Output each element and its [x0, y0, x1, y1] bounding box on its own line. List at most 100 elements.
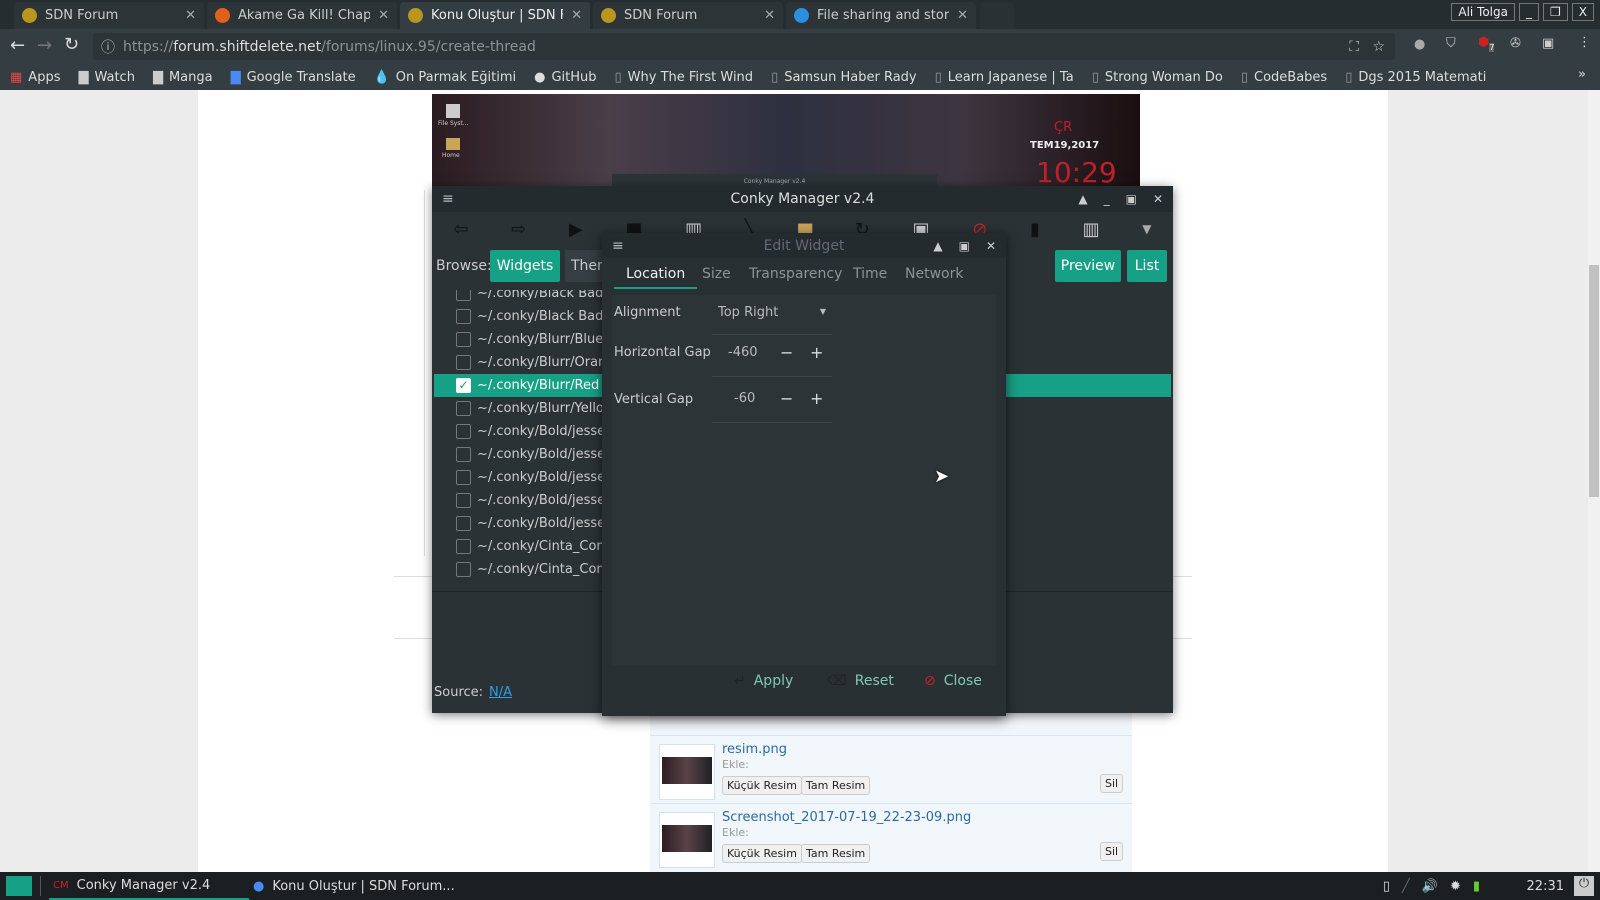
info-icon[interactable]: ⓘ	[101, 37, 115, 57]
close-tab-icon[interactable]: ✕	[571, 8, 582, 23]
close-window-button[interactable]: X	[1571, 3, 1594, 21]
source-link[interactable]: N/A	[489, 685, 512, 700]
reset-button[interactable]: ⌫ Reset	[827, 673, 894, 689]
menu-kebab-icon[interactable]: ⋮	[1578, 35, 1591, 50]
checkbox[interactable]	[456, 355, 471, 370]
close-icon[interactable]: ✕	[1153, 192, 1163, 206]
checkbox[interactable]	[456, 447, 471, 462]
volume-icon[interactable]: 🔊	[1422, 879, 1438, 894]
profile-button[interactable]: Ali Tolga	[1451, 3, 1515, 21]
attachment-link[interactable]: resim.png	[722, 742, 787, 757]
delete-attachment-button[interactable]: Sil	[1100, 842, 1124, 861]
more-bookmarks-icon[interactable]: »	[1578, 67, 1586, 82]
bookmark-github[interactable]: ● GitHub	[534, 70, 596, 85]
shade-icon[interactable]: ▲	[1078, 192, 1087, 206]
checkbox[interactable]	[456, 493, 471, 508]
insert-full-button[interactable]: Tam Resim	[801, 776, 871, 795]
checkbox[interactable]	[456, 470, 471, 485]
checkbox[interactable]	[456, 332, 471, 347]
delete-attachment-button[interactable]: Sil	[1100, 774, 1124, 793]
restore-button[interactable]: ❐	[1543, 3, 1568, 21]
tab-location[interactable]: Location	[614, 259, 698, 289]
power-icon[interactable]: ⏻	[1574, 876, 1594, 896]
plus-icon[interactable]: +	[810, 389, 823, 408]
checkbox[interactable]	[456, 290, 471, 301]
tab-akame[interactable]: Akame Ga Kill! Chapter✕	[207, 2, 397, 29]
alignment-select[interactable]: Top Right ▼	[712, 295, 832, 335]
manjaro-menu-icon[interactable]	[6, 876, 32, 896]
checkbox[interactable]	[456, 516, 471, 531]
delete-icon[interactable]: ▮	[1030, 219, 1040, 240]
film-reel-icon[interactable]: ✇	[1510, 36, 1521, 51]
checkbox[interactable]	[456, 539, 471, 554]
forward-icon[interactable]: →	[37, 35, 52, 56]
menu-icon[interactable]: ≡	[442, 191, 454, 207]
clipboard-icon[interactable]: ▯	[1383, 879, 1390, 894]
back-icon[interactable]: ←	[10, 35, 25, 56]
menu-icon[interactable]: ≡	[612, 238, 624, 254]
checkbox[interactable]	[456, 309, 471, 324]
checkbox[interactable]	[456, 401, 471, 416]
bookmark-on-parmak[interactable]: 💧 On Parmak Eğitimi	[374, 70, 516, 85]
reload-icon[interactable]: ↻	[64, 34, 79, 55]
list-button[interactable]: List	[1127, 250, 1167, 282]
minus-icon[interactable]: −	[780, 343, 793, 362]
scrollbar-thumb[interactable]	[1589, 265, 1599, 497]
insert-thumbnail-button[interactable]: Küçük Resim	[722, 776, 802, 795]
tab-sdn-forum-1[interactable]: SDN Forum ✕	[14, 2, 204, 29]
previous-icon[interactable]: ⇦	[453, 219, 468, 240]
vertical-gap-spinner[interactable]: -60− +	[712, 381, 832, 423]
checkbox[interactable]: ✓	[456, 378, 471, 393]
browse-widgets-button[interactable]: Widgets	[490, 250, 560, 282]
checkbox[interactable]	[456, 424, 471, 439]
translate-icon[interactable]: ⛶	[1349, 39, 1359, 55]
apply-button[interactable]: ↵ Apply	[734, 673, 793, 689]
horizontal-gap-spinner[interactable]: -460− +	[712, 335, 832, 377]
maximize-icon[interactable]: ▣	[959, 239, 970, 253]
bookmark-watch[interactable]: ▇ Watch	[78, 70, 134, 85]
close-tab-icon[interactable]: ✕	[957, 8, 968, 23]
tab-file-sharing[interactable]: File sharing and storag✕	[786, 2, 976, 29]
insert-thumbnail-button[interactable]: Küçük Resim	[722, 844, 802, 863]
bookmark-manga[interactable]: ▇ Manga	[153, 70, 213, 85]
close-tab-icon[interactable]: ✕	[764, 8, 775, 23]
bookmark-codebabes[interactable]: ▯ CodeBabes	[1241, 70, 1327, 85]
tab-konu-olustur[interactable]: Konu Oluştur | SDN Fo ✕	[400, 2, 590, 29]
close-icon[interactable]: ✕	[986, 239, 996, 253]
bookmark-why-first-wind[interactable]: ▯ Why The First Wind	[615, 70, 754, 85]
extension-avatar-icon[interactable]: ●	[1414, 37, 1425, 52]
close-button[interactable]: ⊘ Close	[924, 673, 982, 689]
checkbox[interactable]	[456, 562, 471, 577]
bookmark-google-translate[interactable]: ▇ Google Translate	[231, 70, 356, 85]
taskbar-chrome[interactable]: ● Konu Oluştur | SDN Forum...	[253, 879, 455, 894]
minimize-button[interactable]: _	[1519, 3, 1539, 21]
overflow-icon[interactable]: ▼	[1142, 222, 1151, 236]
new-tab-button[interactable]	[980, 2, 1014, 29]
ublock-icon[interactable]: ⬢7	[1478, 35, 1495, 52]
preview-button[interactable]: Preview	[1055, 250, 1121, 282]
start-icon[interactable]: ▶	[569, 219, 583, 240]
bookmark-strong-woman[interactable]: ▯ Strong Woman Do	[1092, 70, 1223, 85]
attachment-link[interactable]: Screenshot_2017-07-19_22-23-09.png	[722, 810, 971, 825]
tab-size[interactable]: Size	[702, 259, 731, 289]
shield-icon[interactable]: ⛉	[1446, 36, 1456, 51]
bookmark-apps[interactable]: ▦ Apps	[10, 70, 60, 85]
settings-icon[interactable]: ▥	[1083, 219, 1100, 240]
taskbar-conky[interactable]: CM Conky Manager v2.4	[49, 872, 249, 900]
plus-icon[interactable]: +	[810, 343, 823, 362]
battery-icon[interactable]: ▮	[1473, 879, 1480, 894]
bookmark-star-icon[interactable]: ☆	[1372, 39, 1385, 55]
network-icon[interactable]: ╱	[1402, 879, 1410, 894]
tab-sdn-forum-2[interactable]: SDN Forum ✕	[593, 2, 783, 29]
next-icon[interactable]: ⇨	[511, 219, 526, 240]
shade-icon[interactable]: ▲	[933, 239, 942, 253]
close-tab-icon[interactable]: ✕	[378, 8, 389, 23]
bookmark-samsun[interactable]: ▯ Samsun Haber Rady	[771, 70, 917, 85]
tab-time[interactable]: Time	[853, 259, 887, 289]
plug-icon[interactable]: ▣	[1542, 36, 1554, 51]
minus-icon[interactable]: −	[780, 389, 793, 408]
tab-transparency[interactable]: Transparency	[749, 259, 842, 289]
bookmark-learn-japanese[interactable]: ▯ Learn Japanese | Ta	[935, 70, 1074, 85]
insert-full-button[interactable]: Tam Resim	[801, 844, 871, 863]
bookmark-dgs-2015[interactable]: ▯ Dgs 2015 Matemati	[1345, 70, 1486, 85]
